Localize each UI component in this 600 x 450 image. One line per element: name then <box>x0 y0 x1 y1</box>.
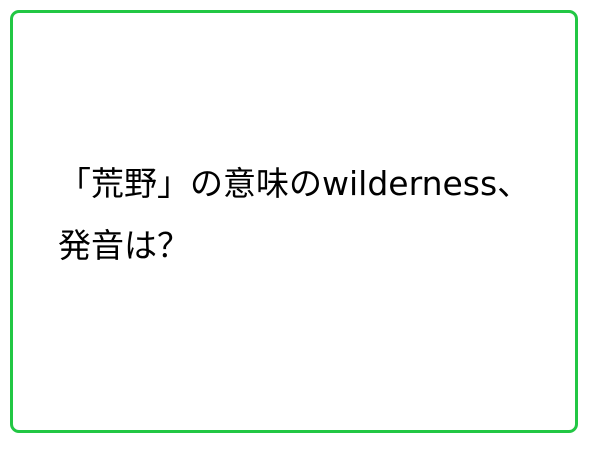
question-text: 「荒野」の意味のwilderness、 発音は？ <box>58 153 555 277</box>
quiz-card: 「荒野」の意味のwilderness、 発音は？ <box>10 10 578 433</box>
question-line-1: 「荒野」の意味のwilderness、 <box>58 164 531 203</box>
question-line-2: 発音は？ <box>58 226 190 265</box>
